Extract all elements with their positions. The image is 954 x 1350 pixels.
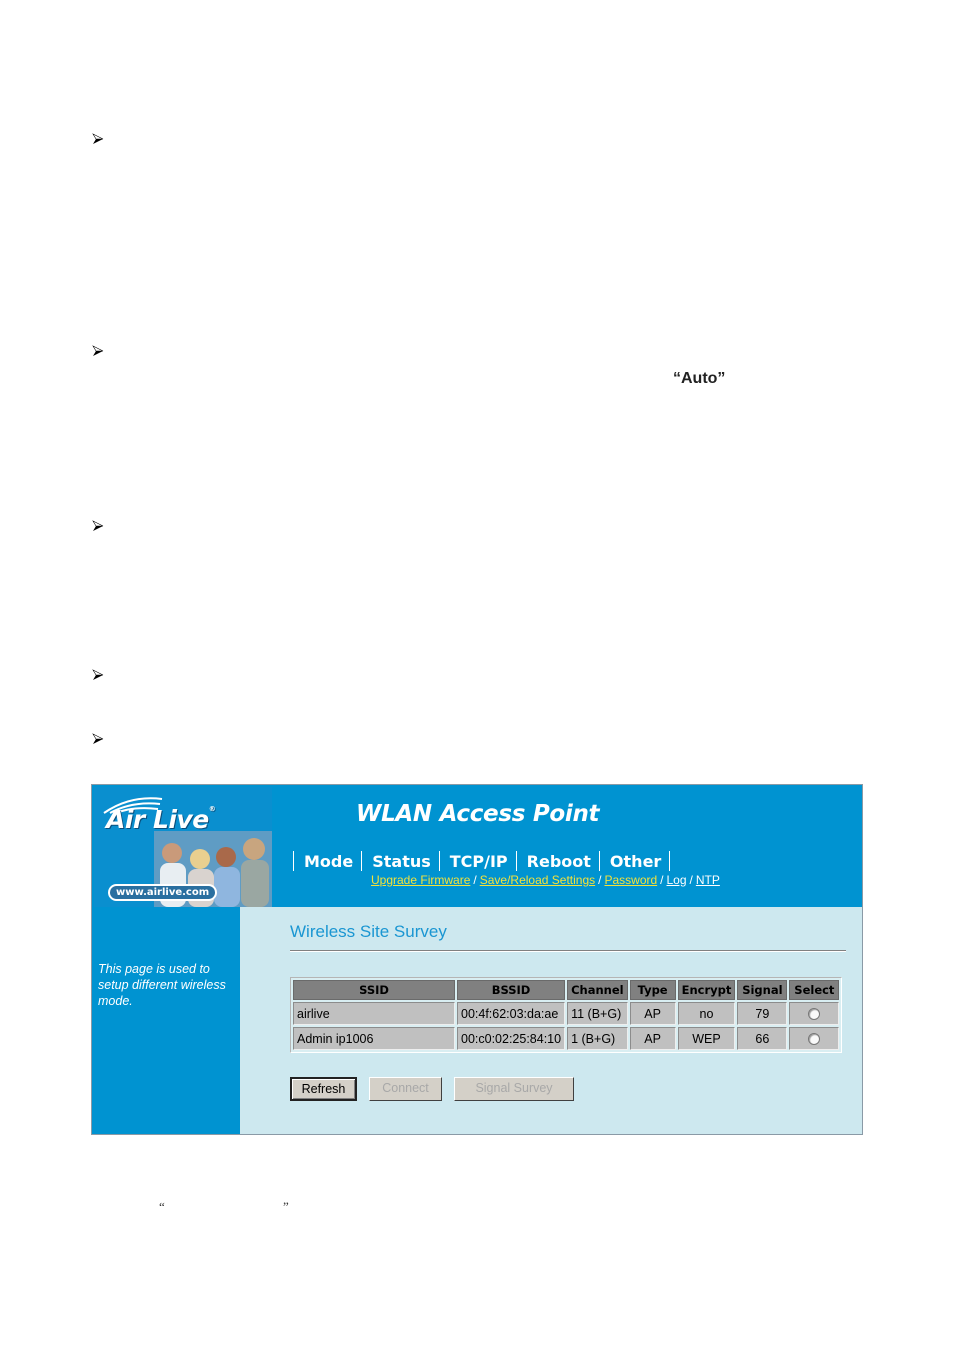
cell-type: AP	[629, 1027, 676, 1050]
arrow-bullet-icon	[92, 669, 104, 681]
main-nav-tabs: Mode Status TCP/IP Reboot Other	[293, 851, 671, 871]
router-web-ui: Air Live® www.airlive.com WLAN Access Po…	[91, 784, 863, 1135]
cell-encrypt: no	[677, 1002, 736, 1025]
header-banner: Air Live® www.airlive.com WLAN Access Po…	[92, 785, 862, 907]
tab-mode[interactable]: Mode	[293, 851, 361, 871]
brand-name: Air Live	[106, 805, 209, 834]
open-quote: “	[159, 1199, 165, 1214]
column-header-channel: Channel	[567, 980, 628, 1000]
main-content: Wireless Site Survey SSID BSSID Channel …	[240, 907, 862, 1134]
brand-url: www.airlive.com	[108, 884, 218, 901]
sidebar-description: This page is used to setup different wir…	[98, 962, 226, 1008]
registered-mark: ®	[208, 805, 216, 813]
select-radio[interactable]	[808, 1008, 821, 1021]
link-ntp[interactable]: NTP	[696, 873, 720, 887]
tab-status[interactable]: Status	[361, 851, 439, 871]
cell-signal: 66	[737, 1027, 788, 1050]
separator: /	[689, 873, 693, 887]
cell-select	[789, 1027, 840, 1050]
table-row: Admin ip1006 00:c0:02:25:84:10 1 (B+G) A…	[293, 1027, 840, 1050]
cell-channel: 11 (B+G)	[567, 1002, 628, 1025]
column-header-ssid: SSID	[293, 980, 455, 1000]
column-header-type: Type	[629, 980, 676, 1000]
connect-button[interactable]: Connect	[369, 1077, 442, 1101]
link-password[interactable]: Password	[604, 873, 657, 887]
site-survey-table: SSID BSSID Channel Type Encrypt Signal S…	[290, 977, 843, 1053]
column-header-select: Select	[789, 980, 840, 1000]
cell-ssid: Admin ip1006	[293, 1027, 455, 1050]
separator: /	[660, 873, 664, 887]
column-header-encrypt: Encrypt	[677, 980, 736, 1000]
cell-bssid: 00:c0:02:25:84:10	[457, 1027, 566, 1050]
select-radio[interactable]	[808, 1033, 821, 1046]
tab-reboot[interactable]: Reboot	[515, 851, 599, 871]
app-title: WLAN Access Point	[356, 801, 600, 827]
cell-channel: 1 (B+G)	[567, 1027, 628, 1050]
airlive-logo: Air Live® www.airlive.com	[94, 787, 272, 907]
tab-tcp-ip[interactable]: TCP/IP	[438, 851, 516, 871]
page-title: Wireless Site Survey	[290, 922, 447, 941]
arrow-bullet-icon	[92, 345, 104, 357]
emphasis-auto-text: “Auto”	[673, 370, 726, 387]
separator: /	[473, 873, 477, 887]
cell-signal: 79	[737, 1002, 788, 1025]
tab-other[interactable]: Other	[598, 851, 671, 871]
cell-encrypt: WEP	[677, 1027, 736, 1050]
link-log[interactable]: Log	[667, 873, 687, 887]
signal-survey-button[interactable]: Signal Survey	[454, 1077, 574, 1101]
cell-bssid: 00:4f:62:03:da:ae	[457, 1002, 566, 1025]
sidebar: This page is used to setup different wir…	[92, 907, 240, 1134]
column-header-signal: Signal	[737, 980, 788, 1000]
sub-nav-links: Upgrade Firmware / Save/Reload Settings / Pa…	[371, 873, 720, 887]
cell-type: AP	[629, 1002, 676, 1025]
title-divider	[290, 950, 846, 952]
refresh-button[interactable]: Refresh	[290, 1077, 357, 1101]
cell-ssid: airlive	[293, 1002, 455, 1025]
column-header-bssid: BSSID	[457, 980, 566, 1000]
table-row: airlive 00:4f:62:03:da:ae 11 (B+G) AP no…	[293, 1002, 840, 1025]
arrow-bullet-icon	[92, 733, 104, 745]
link-save-reload-settings[interactable]: Save/Reload Settings	[480, 873, 595, 887]
arrow-bullet-icon	[92, 520, 104, 532]
cell-select	[789, 1002, 840, 1025]
table-header-row: SSID BSSID Channel Type Encrypt Signal S…	[293, 980, 840, 1000]
arrow-bullet-icon	[92, 133, 104, 145]
link-upgrade-firmware[interactable]: Upgrade Firmware	[371, 873, 470, 887]
close-quote: ”	[283, 1199, 289, 1214]
